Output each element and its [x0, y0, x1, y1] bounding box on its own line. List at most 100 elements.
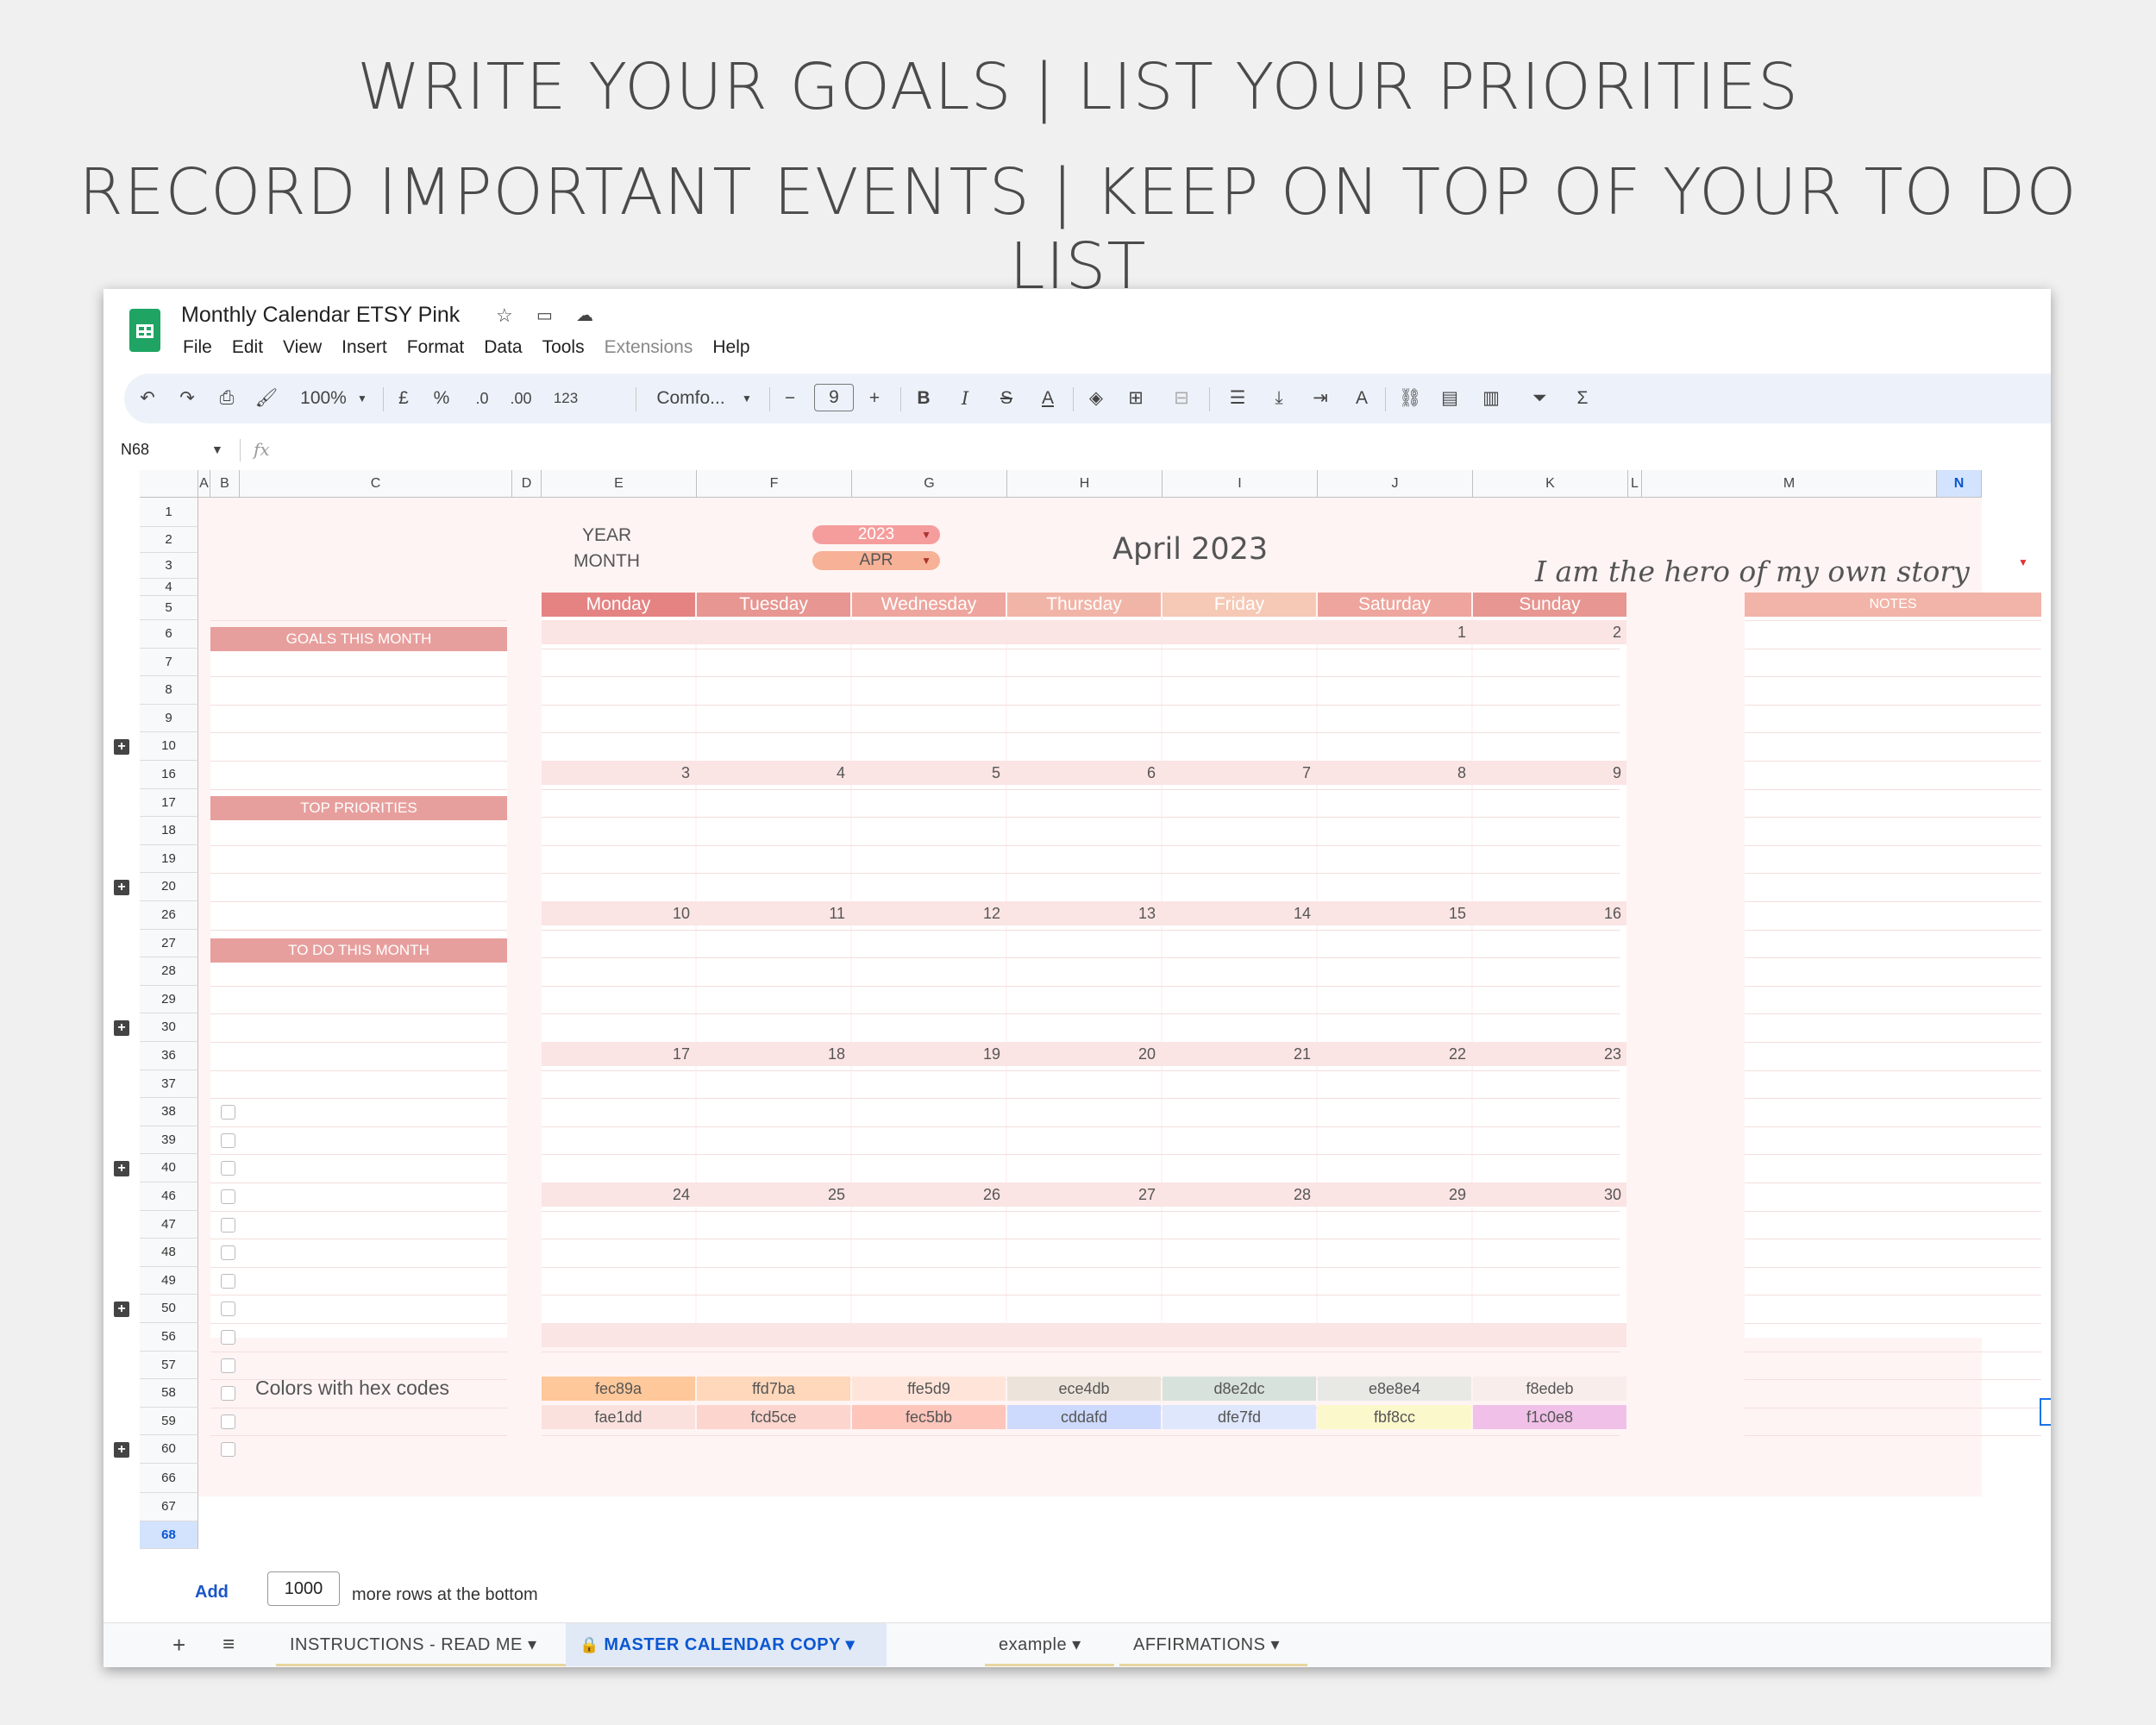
sheet-tab[interactable]: AFFIRMATIONS ▾: [1119, 1623, 1307, 1666]
day-number[interactable]: 29: [1318, 1186, 1466, 1204]
row-header-28[interactable]: 28: [140, 957, 198, 986]
undo-icon[interactable]: ↶: [135, 386, 160, 411]
row-header-39[interactable]: 39: [140, 1126, 198, 1155]
add-rows-button[interactable]: Add: [195, 1583, 229, 1603]
day-number[interactable]: 30: [1473, 1186, 1621, 1204]
selected-cell[interactable]: [2040, 1398, 2051, 1426]
column-header-a[interactable]: A: [198, 470, 210, 498]
day-number[interactable]: 16: [1473, 905, 1621, 923]
text-rotation-icon[interactable]: A: [1342, 386, 1382, 411]
row-header-30[interactable]: 30: [140, 1013, 198, 1042]
row-header-29[interactable]: 29: [140, 985, 198, 1014]
day-number[interactable]: 25: [697, 1186, 845, 1204]
column-header-b[interactable]: B: [210, 470, 240, 498]
day-number[interactable]: 11: [697, 905, 845, 923]
row-header-3[interactable]: 3: [140, 553, 198, 579]
column-header-h[interactable]: H: [1007, 470, 1163, 498]
day-number[interactable]: 5: [852, 764, 1000, 782]
expand-group-icon[interactable]: +: [114, 1441, 129, 1458]
day-number[interactable]: 10: [542, 905, 690, 923]
row-header-27[interactable]: 27: [140, 929, 198, 958]
row-header-10[interactable]: 10: [140, 732, 198, 761]
day-column-cells[interactable]: [1163, 617, 1316, 1338]
expand-group-icon[interactable]: +: [114, 879, 129, 895]
menu-file[interactable]: File: [183, 337, 212, 358]
borders-icon[interactable]: ⊞: [1123, 386, 1149, 411]
day-number[interactable]: 1: [1318, 624, 1466, 642]
day-number[interactable]: 6: [1007, 764, 1156, 782]
day-number[interactable]: 7: [1163, 764, 1311, 782]
row-header-18[interactable]: 18: [140, 817, 198, 845]
day-number[interactable]: 24: [542, 1186, 690, 1204]
todo-checkbox[interactable]: [221, 1189, 235, 1204]
day-column-cells[interactable]: [1473, 617, 1626, 1338]
fill-color-icon[interactable]: ◈: [1083, 386, 1109, 411]
row-header-36[interactable]: 36: [140, 1042, 198, 1070]
filter-icon[interactable]: ⏷: [1518, 386, 1561, 411]
row-header-37[interactable]: 37: [140, 1070, 198, 1099]
day-number[interactable]: 14: [1163, 905, 1311, 923]
day-number[interactable]: 8: [1318, 764, 1466, 782]
row-header-5[interactable]: 5: [140, 596, 198, 620]
day-number[interactable]: 9: [1473, 764, 1621, 782]
sheet-tab[interactable]: INSTRUCTIONS - READ ME ▾: [276, 1623, 566, 1666]
chevron-down-icon[interactable]: ▾: [841, 1635, 856, 1654]
row-header-59[interactable]: 59: [140, 1407, 198, 1436]
chevron-down-icon[interactable]: ▾: [523, 1635, 537, 1654]
all-sheets-icon[interactable]: ≡: [222, 1623, 235, 1666]
column-header-c[interactable]: C: [240, 470, 512, 498]
menu-tools[interactable]: Tools: [542, 337, 585, 358]
insert-chart-icon[interactable]: ▥: [1478, 386, 1504, 411]
menu-edit[interactable]: Edit: [232, 337, 263, 358]
expand-group-icon[interactable]: +: [114, 738, 129, 755]
day-column-cells[interactable]: [542, 617, 695, 1338]
notes-cells[interactable]: [1745, 617, 2041, 1338]
day-number[interactable]: 15: [1318, 905, 1466, 923]
sheet-tab[interactable]: example ▾: [985, 1623, 1114, 1666]
day-number[interactable]: 23: [1473, 1045, 1621, 1063]
row-header-7[interactable]: 7: [140, 648, 198, 677]
menu-data[interactable]: Data: [484, 337, 522, 358]
print-icon[interactable]: ⎙: [214, 386, 240, 411]
row-header-17[interactable]: 17: [140, 788, 198, 818]
chevron-down-icon[interactable]: ▾: [1067, 1635, 1081, 1654]
column-header-f[interactable]: F: [697, 470, 852, 498]
italic-button[interactable]: I: [954, 386, 976, 411]
day-number[interactable]: 4: [697, 764, 845, 782]
column-header-l[interactable]: L: [1628, 470, 1642, 498]
row-header-20[interactable]: 20: [140, 873, 198, 901]
cloud-status-icon[interactable]: ☁: [576, 304, 593, 326]
year-dropdown[interactable]: 2023 ▼: [812, 525, 940, 544]
row-header-9[interactable]: 9: [140, 704, 198, 733]
day-number[interactable]: 19: [852, 1045, 1000, 1063]
currency-format-button[interactable]: £: [393, 386, 414, 411]
row-header-6[interactable]: 6: [140, 620, 198, 649]
row-header-56[interactable]: 56: [140, 1323, 198, 1352]
todo-checkbox[interactable]: [221, 1105, 235, 1120]
row-header-68[interactable]: 68: [140, 1521, 198, 1550]
menu-help[interactable]: Help: [712, 337, 749, 358]
star-icon[interactable]: ☆: [496, 304, 513, 327]
month-dropdown[interactable]: APR ▼: [812, 551, 940, 570]
day-column-cells[interactable]: [1318, 617, 1471, 1338]
row-header-49[interactable]: 49: [140, 1266, 198, 1295]
day-number[interactable]: 2: [1473, 624, 1621, 642]
increase-decimal-button[interactable]: .00: [504, 386, 538, 411]
row-header-1[interactable]: 1: [140, 498, 198, 527]
day-number[interactable]: 12: [852, 905, 1000, 923]
todo-checkbox[interactable]: [221, 1330, 235, 1345]
day-number[interactable]: 18: [697, 1045, 845, 1063]
number-format-button[interactable]: 123: [548, 386, 583, 411]
horizontal-align-icon[interactable]: ☰: [1218, 386, 1257, 411]
bold-button[interactable]: B: [912, 386, 935, 411]
merge-cells-icon[interactable]: ⊟: [1164, 386, 1199, 411]
todo-checkbox[interactable]: [221, 1132, 235, 1148]
row-header-40[interactable]: 40: [140, 1154, 198, 1182]
text-color-icon[interactable]: A: [1035, 386, 1061, 411]
rows-count-input[interactable]: 1000: [267, 1571, 340, 1606]
column-header-g[interactable]: G: [852, 470, 1007, 498]
column-header-e[interactable]: E: [542, 470, 697, 498]
text-wrapping-icon[interactable]: ⇥: [1300, 386, 1340, 411]
menu-format[interactable]: Format: [407, 337, 465, 358]
day-column-cells[interactable]: [1007, 617, 1161, 1338]
